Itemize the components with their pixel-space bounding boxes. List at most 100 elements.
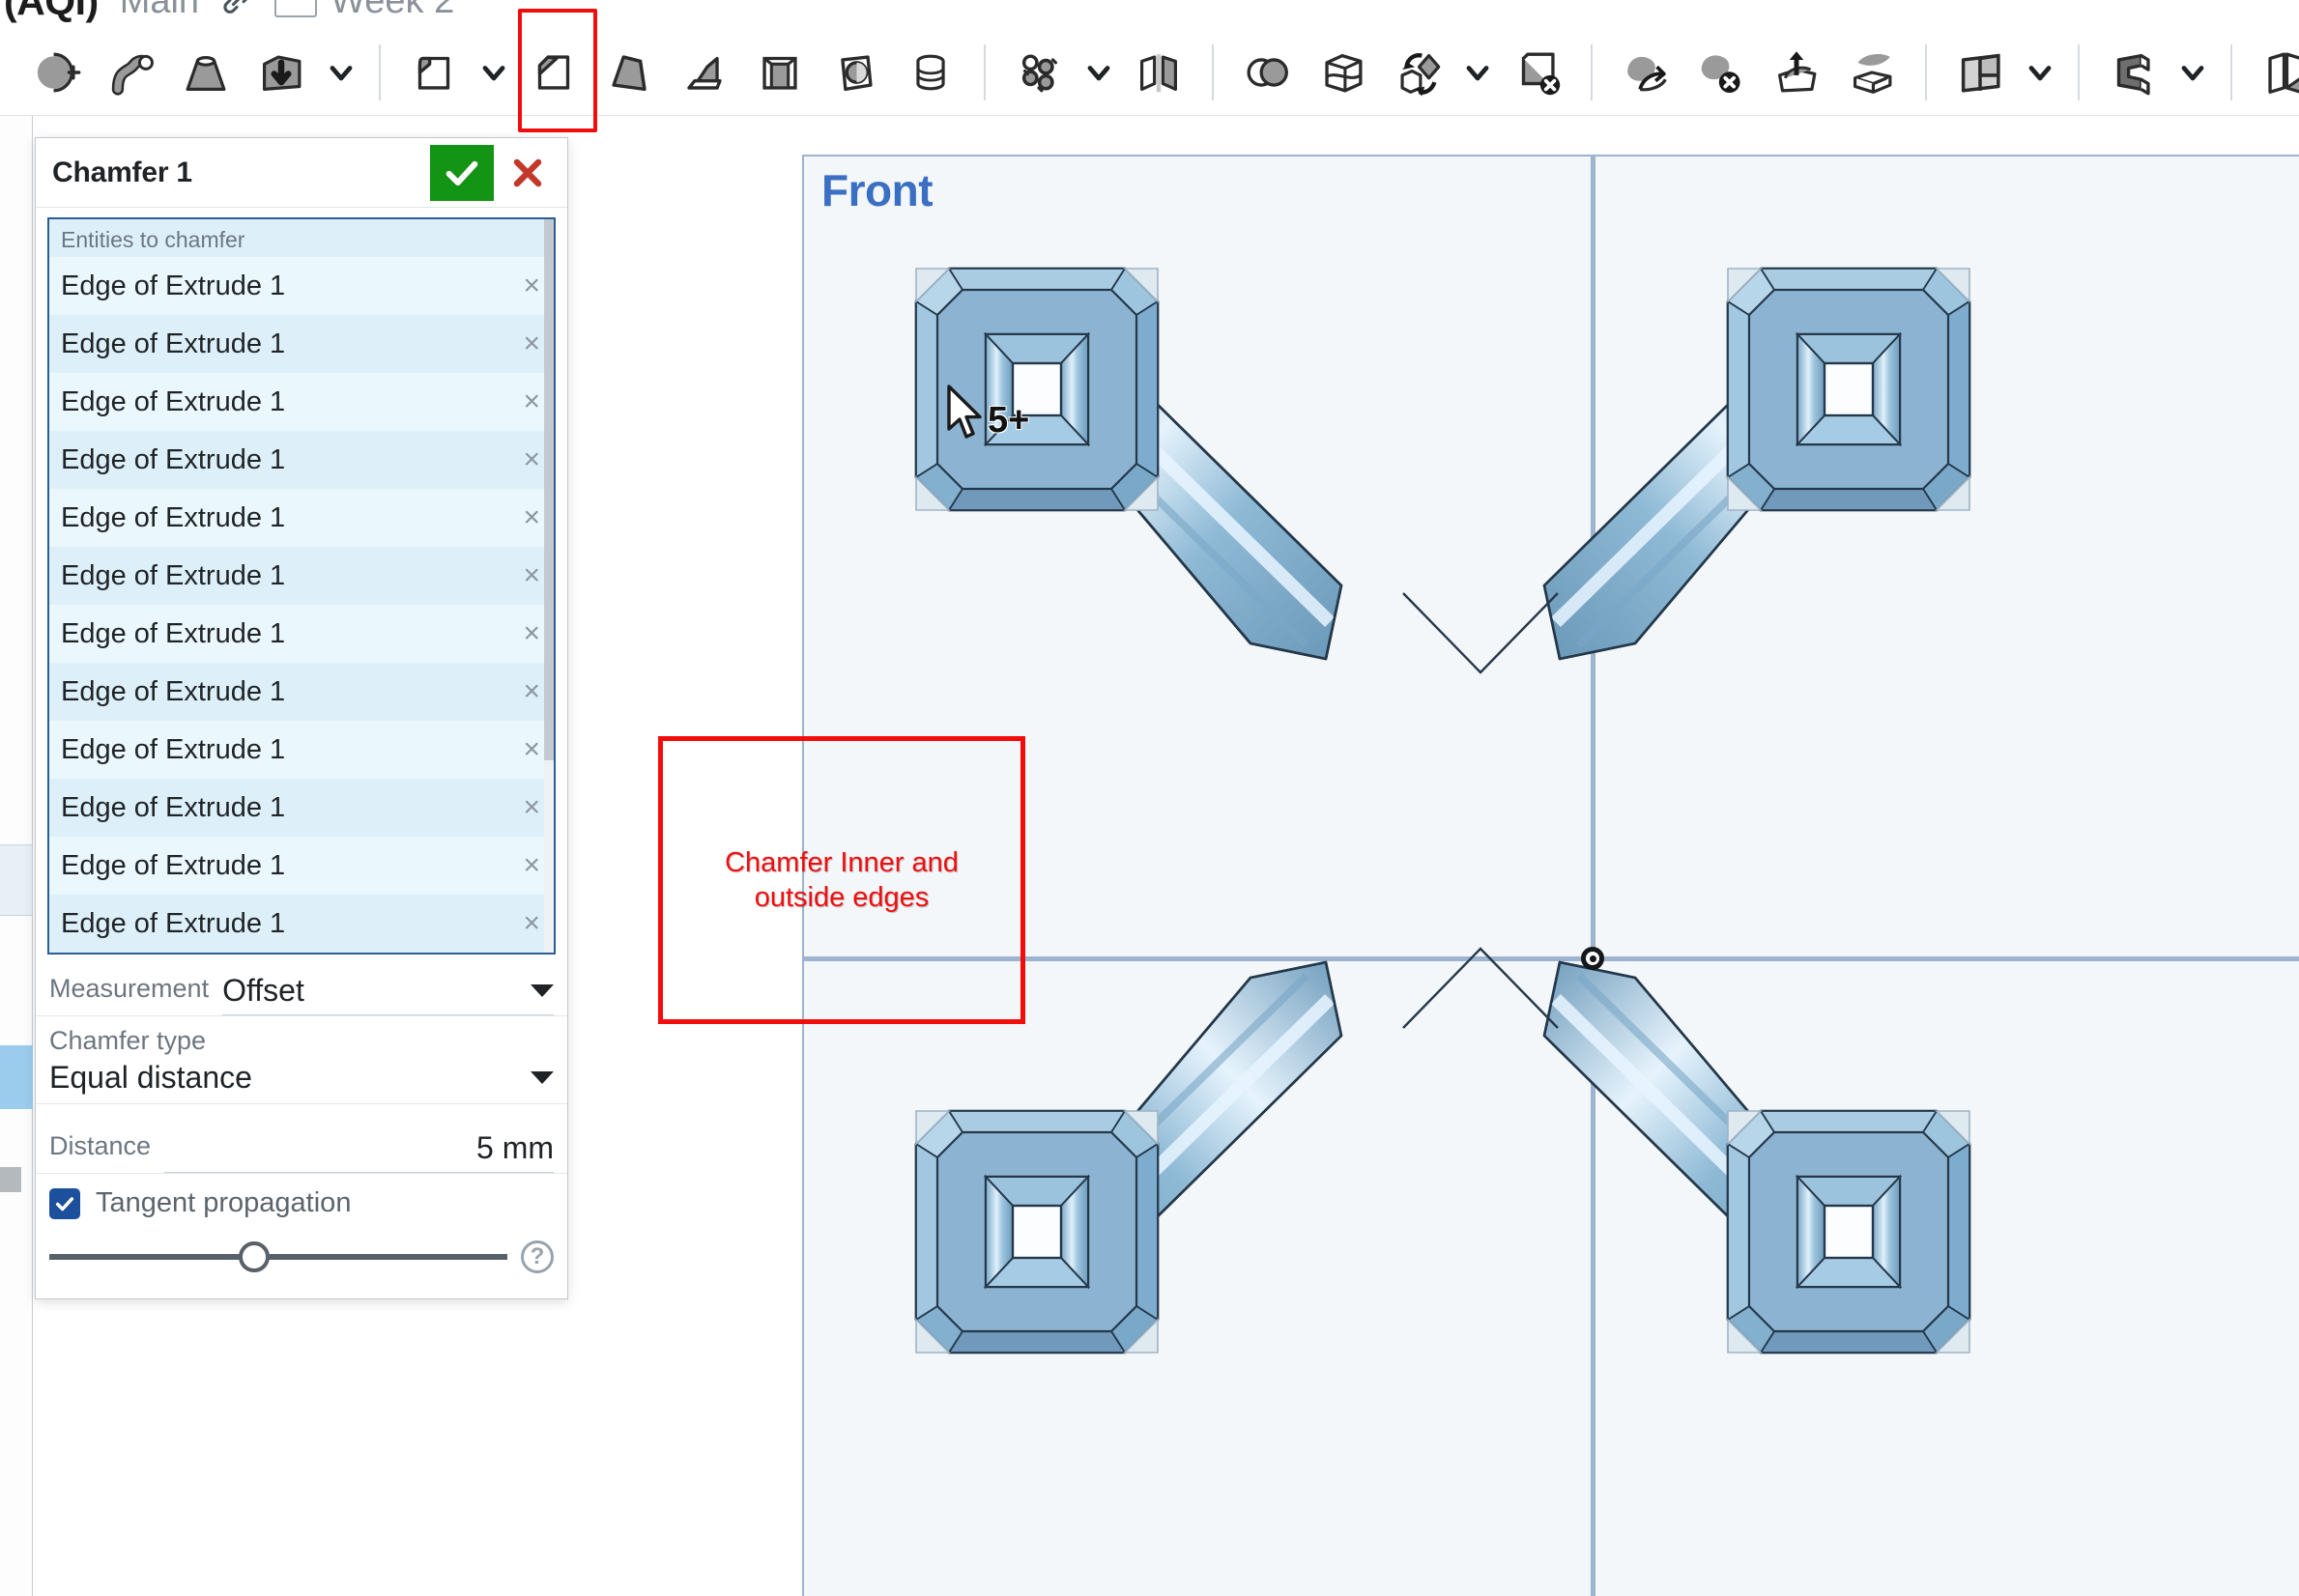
transform-icon[interactable] [1380,35,1455,110]
bend-icon[interactable] [2095,35,2170,110]
chevron-down-icon[interactable] [319,35,363,110]
entity-row[interactable]: Edge of Extrude 1 × [49,489,554,547]
tangent-propagation-row[interactable]: Tangent propagation [36,1174,567,1219]
remove-entity-icon[interactable]: × [523,793,540,822]
entity-row[interactable]: Edge of Extrude 1 × [49,431,554,489]
thicken-icon[interactable] [244,35,319,110]
scrollbar-thumb[interactable] [544,219,554,760]
graphics-viewport[interactable]: Front [802,155,2299,1596]
hole-icon[interactable] [818,35,893,110]
entities-caption: Entities to chamfer [61,227,245,252]
mirror-icon[interactable] [1121,35,1196,110]
selection-count-badge: 5+ [988,400,1030,441]
draft-icon[interactable] [591,35,667,110]
remove-entity-icon[interactable]: × [523,619,540,648]
entity-row[interactable]: Edge of Extrude 1 × [49,547,554,605]
entity-row[interactable]: Edge of Extrude 1 × [49,895,554,953]
chamfered-cross-part-model[interactable] [804,157,2299,1596]
replace-face-icon[interactable] [1834,35,1910,110]
pattern-icon[interactable] [1001,35,1077,110]
chevron-down-icon[interactable] [531,984,554,997]
chamfer-slider[interactable] [49,1241,507,1272]
slider-handle[interactable] [239,1241,270,1272]
entity-label: Edge of Extrude 1 [61,328,286,359]
entity-row[interactable]: Edge of Extrude 1 × [49,315,554,373]
entity-row[interactable]: Edge of Extrude 1 × [49,605,554,663]
feature-tree-item[interactable] [0,844,33,916]
measurement-field[interactable]: Measurement Offset [36,955,567,1016]
entity-label: Edge of Extrude 1 [61,733,286,765]
cancel-button[interactable] [498,144,558,201]
distance-label: Distance [49,1131,152,1160]
sheet-metal-icon[interactable] [1942,35,2018,110]
feature-toolbar [0,8,2299,132]
toolbar-divider [379,43,381,100]
confirm-button[interactable] [430,144,494,201]
entity-row[interactable]: Edge of Extrude 1 × [49,837,554,895]
entity-label: Edge of Extrude 1 [61,501,286,533]
tab-week-2[interactable]: Week 2 [274,0,454,22]
chevron-down-icon[interactable] [2170,35,2215,110]
remove-entity-icon[interactable]: × [523,271,540,300]
chevron-down-icon[interactable] [472,35,516,110]
workspace-name[interactable]: Main [120,0,199,22]
distance-value[interactable]: 5 mm [476,1130,554,1166]
remove-entity-icon[interactable]: × [523,561,540,590]
feature-tree-panel[interactable] [0,116,33,1596]
entity-row[interactable]: Edge of Extrude 1 × [49,721,554,779]
entities-scrollbar[interactable] [544,219,554,953]
toolbar-divider [984,43,986,100]
fillet-icon[interactable] [396,35,472,110]
entity-row[interactable]: Edge of Extrude 1 × [49,257,554,315]
shell-icon[interactable] [742,35,818,110]
remove-entity-icon[interactable]: × [523,735,540,764]
link-icon[interactable] [220,0,253,17]
entity-label: Edge of Extrude 1 [61,907,286,939]
remove-entity-icon[interactable]: × [523,387,540,416]
fill-surface-icon[interactable] [1608,35,1683,110]
entities-to-chamfer-list[interactable]: Entities to chamfer Edge of Extrude 1 × Ed… [47,217,556,955]
entity-row[interactable]: Edge of Extrude 1 × [49,373,554,431]
feature-tree-item[interactable] [0,1167,21,1192]
dialog-title: Chamfer 1 [52,156,192,188]
entity-label: Edge of Extrude 1 [61,443,286,475]
entity-label: Edge of Extrude 1 [61,270,286,301]
chevron-down-icon[interactable] [2018,35,2062,110]
entity-label: Edge of Extrude 1 [61,849,286,881]
remove-entity-icon[interactable]: × [523,503,540,532]
annotation-box: Chamfer Inner and outside edges [658,736,1025,1024]
entity-label: Edge of Extrude 1 [61,559,286,591]
delete-part-icon[interactable] [1500,35,1575,110]
chamfer-dialog[interactable]: Chamfer 1 Entities to chamfer Edge of Ex… [35,137,568,1299]
rib-icon[interactable] [667,35,742,110]
chamfer-type-field[interactable]: Chamfer type Equal distance [36,1016,567,1104]
revolve-icon[interactable] [17,35,93,110]
loft-icon[interactable] [168,35,244,110]
tangent-propagation-checkbox[interactable] [49,1187,80,1219]
chamfer-icon[interactable] [516,8,597,132]
sweep-icon[interactable] [93,35,168,110]
split-icon[interactable] [1305,35,1380,110]
chevron-down-icon[interactable] [1455,35,1500,110]
thread-icon[interactable] [893,35,968,110]
entity-label: Edge of Extrude 1 [61,385,286,417]
extra-icon[interactable] [2248,35,2299,110]
distance-field[interactable]: Distance 5 mm [36,1104,567,1174]
chevron-down-icon[interactable] [531,1071,554,1084]
chamfer-slider-row[interactable]: ? [36,1219,567,1298]
delete-face-icon[interactable] [1683,35,1759,110]
remove-entity-icon[interactable]: × [523,445,540,474]
entity-row[interactable]: Edge of Extrude 1 × [49,663,554,721]
entity-label: Edge of Extrude 1 [61,791,286,823]
annotation-text: Chamfer Inner and outside edges [725,846,959,913]
entity-row[interactable]: Edge of Extrude 1 × [49,779,554,837]
remove-entity-icon[interactable]: × [523,909,540,938]
remove-entity-icon[interactable]: × [523,329,540,358]
help-icon[interactable]: ? [521,1240,554,1273]
feature-tree-item-selected[interactable] [0,1045,33,1109]
boolean-icon[interactable] [1229,35,1305,110]
move-face-icon[interactable] [1759,35,1834,110]
remove-entity-icon[interactable]: × [523,677,540,706]
remove-entity-icon[interactable]: × [523,851,540,880]
chevron-down-icon[interactable] [1077,35,1121,110]
